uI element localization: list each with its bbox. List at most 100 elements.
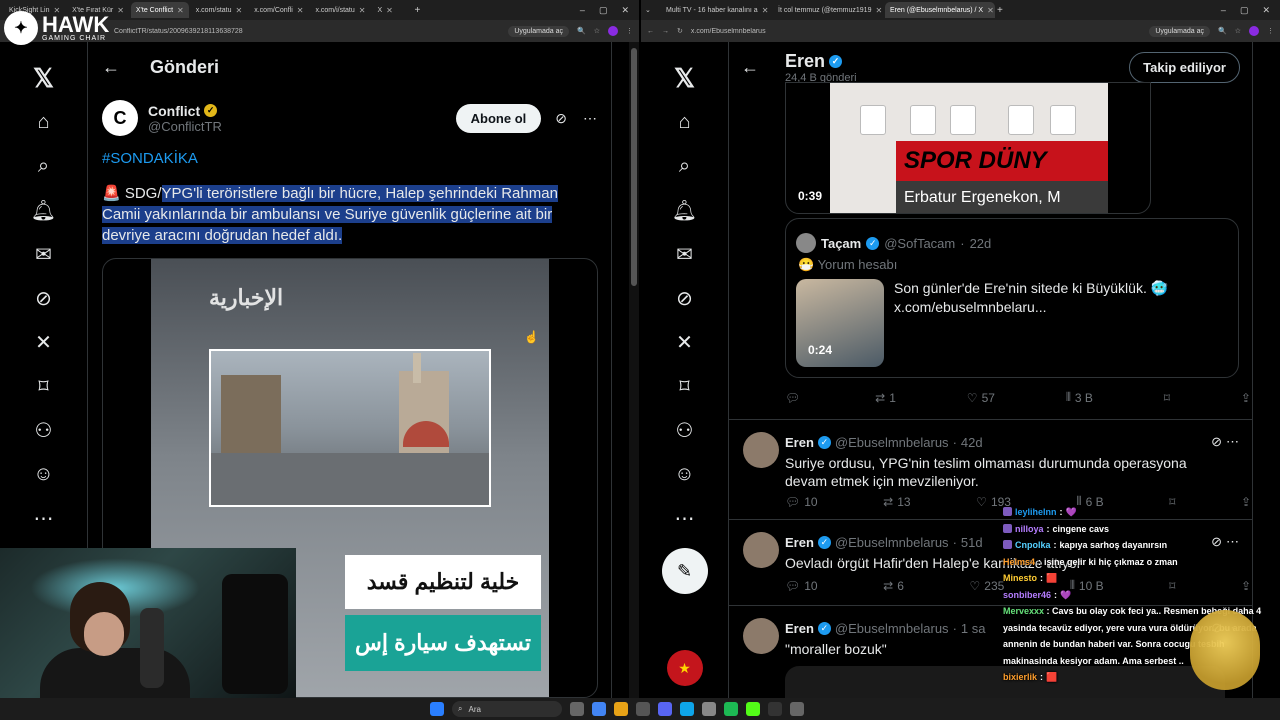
- mail-icon[interactable]: ✉: [22, 232, 66, 276]
- url-field[interactable]: x.com/Ebuselmnbelarus: [691, 28, 1141, 35]
- avatar[interactable]: [796, 233, 816, 253]
- author-name[interactable]: Eren: [785, 621, 814, 636]
- close-window-icon[interactable]: ✕: [1262, 5, 1270, 16]
- subscribe-button[interactable]: Abone ol: [455, 103, 542, 133]
- hashtag-link[interactable]: #SONDAKİKA: [102, 150, 597, 167]
- url-field[interactable]: ConflictTR/status/2009639218113638728: [114, 28, 500, 35]
- quote-author-name[interactable]: Taçam: [821, 236, 861, 251]
- grok-icon[interactable]: ⊘: [555, 110, 567, 127]
- avatar[interactable]: [743, 618, 779, 654]
- reply-button[interactable]: 💬︎: [785, 391, 804, 405]
- avatar[interactable]: C: [102, 100, 138, 136]
- close-icon[interactable]: ✕: [875, 6, 882, 15]
- maximize-icon[interactable]: ▢: [599, 5, 608, 16]
- grok-icon[interactable]: ⊘: [663, 276, 707, 320]
- post-time[interactable]: 1 sa: [961, 621, 986, 636]
- close-icon[interactable]: ✕: [359, 6, 366, 15]
- profile-icon[interactable]: ☺: [663, 452, 707, 496]
- taskbar-search[interactable]: ⌕ Ara: [452, 701, 562, 717]
- tab-menu-icon[interactable]: ⌄: [645, 6, 659, 14]
- tab-confli[interactable]: x.com/Confli ✕: [249, 2, 308, 18]
- x-premium-icon[interactable]: ✕: [22, 320, 66, 364]
- task-view-icon[interactable]: [570, 702, 584, 716]
- repost-button[interactable]: ⇄ 1: [875, 391, 896, 405]
- home-icon[interactable]: ⌂: [22, 100, 66, 144]
- menu-icon[interactable]: ⋮: [1267, 27, 1274, 35]
- communities-icon[interactable]: ⚇: [22, 408, 66, 452]
- x-logo-icon[interactable]: 𝕏: [663, 56, 707, 100]
- search-icon[interactable]: ⌕: [663, 144, 707, 188]
- open-in-app-button[interactable]: Uygulamada aç: [1149, 25, 1210, 37]
- profile-icon[interactable]: ☺: [22, 452, 66, 496]
- menu-icon[interactable]: ⋮: [626, 27, 633, 35]
- communities-icon[interactable]: ⚇: [663, 408, 707, 452]
- explorer-icon[interactable]: [614, 702, 628, 716]
- obs-icon[interactable]: [768, 702, 782, 716]
- x-logo-icon[interactable]: 𝕏: [22, 56, 66, 100]
- terminal-icon[interactable]: [636, 702, 650, 716]
- bookmark-icon[interactable]: ⌑: [663, 364, 707, 408]
- like-button[interactable]: ♡ 235: [970, 579, 1005, 593]
- scrollbar-thumb[interactable]: [631, 48, 637, 286]
- scrollbar[interactable]: [629, 42, 639, 698]
- repost-button[interactable]: ⇄ 13: [883, 495, 910, 509]
- author-handle[interactable]: @ConflictTR: [148, 119, 222, 134]
- author-handle[interactable]: @Ebuselmnbelarus: [835, 535, 949, 550]
- repost-button[interactable]: ⇄ 6: [883, 579, 904, 593]
- bookmark-button[interactable]: ⌑: [1164, 391, 1170, 405]
- bell-icon[interactable]: 🔔︎: [22, 188, 66, 232]
- bell-icon[interactable]: 🔔︎: [663, 188, 707, 232]
- tab-istatus[interactable]: x.com/i/statu ✕: [310, 2, 370, 18]
- more-options-icon[interactable]: ⋯: [1226, 434, 1239, 450]
- quote-link[interactable]: x.com/ebuselmnbelaru...: [894, 298, 1168, 317]
- like-button[interactable]: ♡ 57: [967, 391, 995, 405]
- tab-conflict[interactable]: X'te Conflict ✕: [130, 2, 189, 18]
- post-time[interactable]: 42d: [961, 435, 983, 450]
- new-tab-icon[interactable]: +: [997, 5, 1003, 16]
- zoom-icon[interactable]: 🔍: [577, 27, 586, 35]
- tab-multitv[interactable]: Multi TV - 16 haber kanalını a ✕: [661, 2, 771, 18]
- edge-icon[interactable]: [680, 702, 694, 716]
- x-premium-icon[interactable]: ✕: [663, 320, 707, 364]
- search-icon[interactable]: ⌕: [22, 144, 66, 188]
- post-time[interactable]: 51d: [961, 535, 983, 550]
- quote-time[interactable]: 22d: [970, 236, 992, 251]
- avatar[interactable]: [743, 432, 779, 468]
- share-button[interactable]: ⇪: [1241, 391, 1251, 405]
- author-name[interactable]: Eren: [785, 535, 814, 550]
- new-tab-icon[interactable]: +: [414, 5, 420, 16]
- zoom-icon[interactable]: 🔍: [1218, 27, 1227, 35]
- quoted-post[interactable]: Taçam ✓ @SofTacam · 22d 😷 Yorum hesabı 0…: [785, 218, 1239, 378]
- close-window-icon[interactable]: ✕: [621, 5, 629, 16]
- star-icon[interactable]: ☆: [1235, 27, 1241, 35]
- author-handle[interactable]: @Ebuselmnbelarus: [835, 435, 949, 450]
- app-icon[interactable]: [702, 702, 716, 716]
- maximize-icon[interactable]: ▢: [1240, 5, 1249, 16]
- back-arrow-icon[interactable]: ←: [102, 57, 120, 78]
- close-icon[interactable]: ✕: [987, 6, 994, 15]
- author-name[interactable]: Eren: [785, 435, 814, 450]
- open-in-app-button[interactable]: Uygulamada aç: [508, 25, 569, 37]
- avatar[interactable]: ★: [666, 650, 703, 686]
- back-icon[interactable]: ←: [647, 28, 654, 35]
- reply-button[interactable]: 💬︎ 10: [785, 579, 818, 593]
- forward-icon[interactable]: →: [662, 28, 669, 35]
- grok-icon[interactable]: ⊘: [22, 276, 66, 320]
- compose-post-icon[interactable]: ✎: [661, 548, 708, 594]
- minimize-icon[interactable]: –: [580, 5, 585, 16]
- app-icon[interactable]: [790, 702, 804, 716]
- reply-button[interactable]: 💬︎ 10: [785, 495, 818, 509]
- mail-icon[interactable]: ✉: [663, 232, 707, 276]
- reload-icon[interactable]: ↻: [677, 27, 683, 35]
- tab-temmuz[interactable]: İt col temmuz (@temmuz1919 ✕: [773, 2, 883, 18]
- timeline-post-quoted[interactable]: SPOR DÜNY Erbatur Ergenekon, M 0:39 Taça…: [729, 42, 1253, 420]
- post-video[interactable]: SPOR DÜNY Erbatur Ergenekon, M 0:39: [785, 82, 1151, 214]
- more-options-icon[interactable]: ⋯: [583, 110, 597, 127]
- author-name[interactable]: Conflict: [148, 103, 200, 119]
- close-icon[interactable]: ✕: [297, 6, 304, 15]
- quote-thumbnail[interactable]: 0:24: [796, 279, 884, 367]
- close-icon[interactable]: ✕: [762, 6, 769, 15]
- tab-status[interactable]: x.com/statu ✕: [191, 2, 248, 18]
- chrome-icon[interactable]: [592, 702, 606, 716]
- close-icon[interactable]: ✕: [236, 6, 243, 15]
